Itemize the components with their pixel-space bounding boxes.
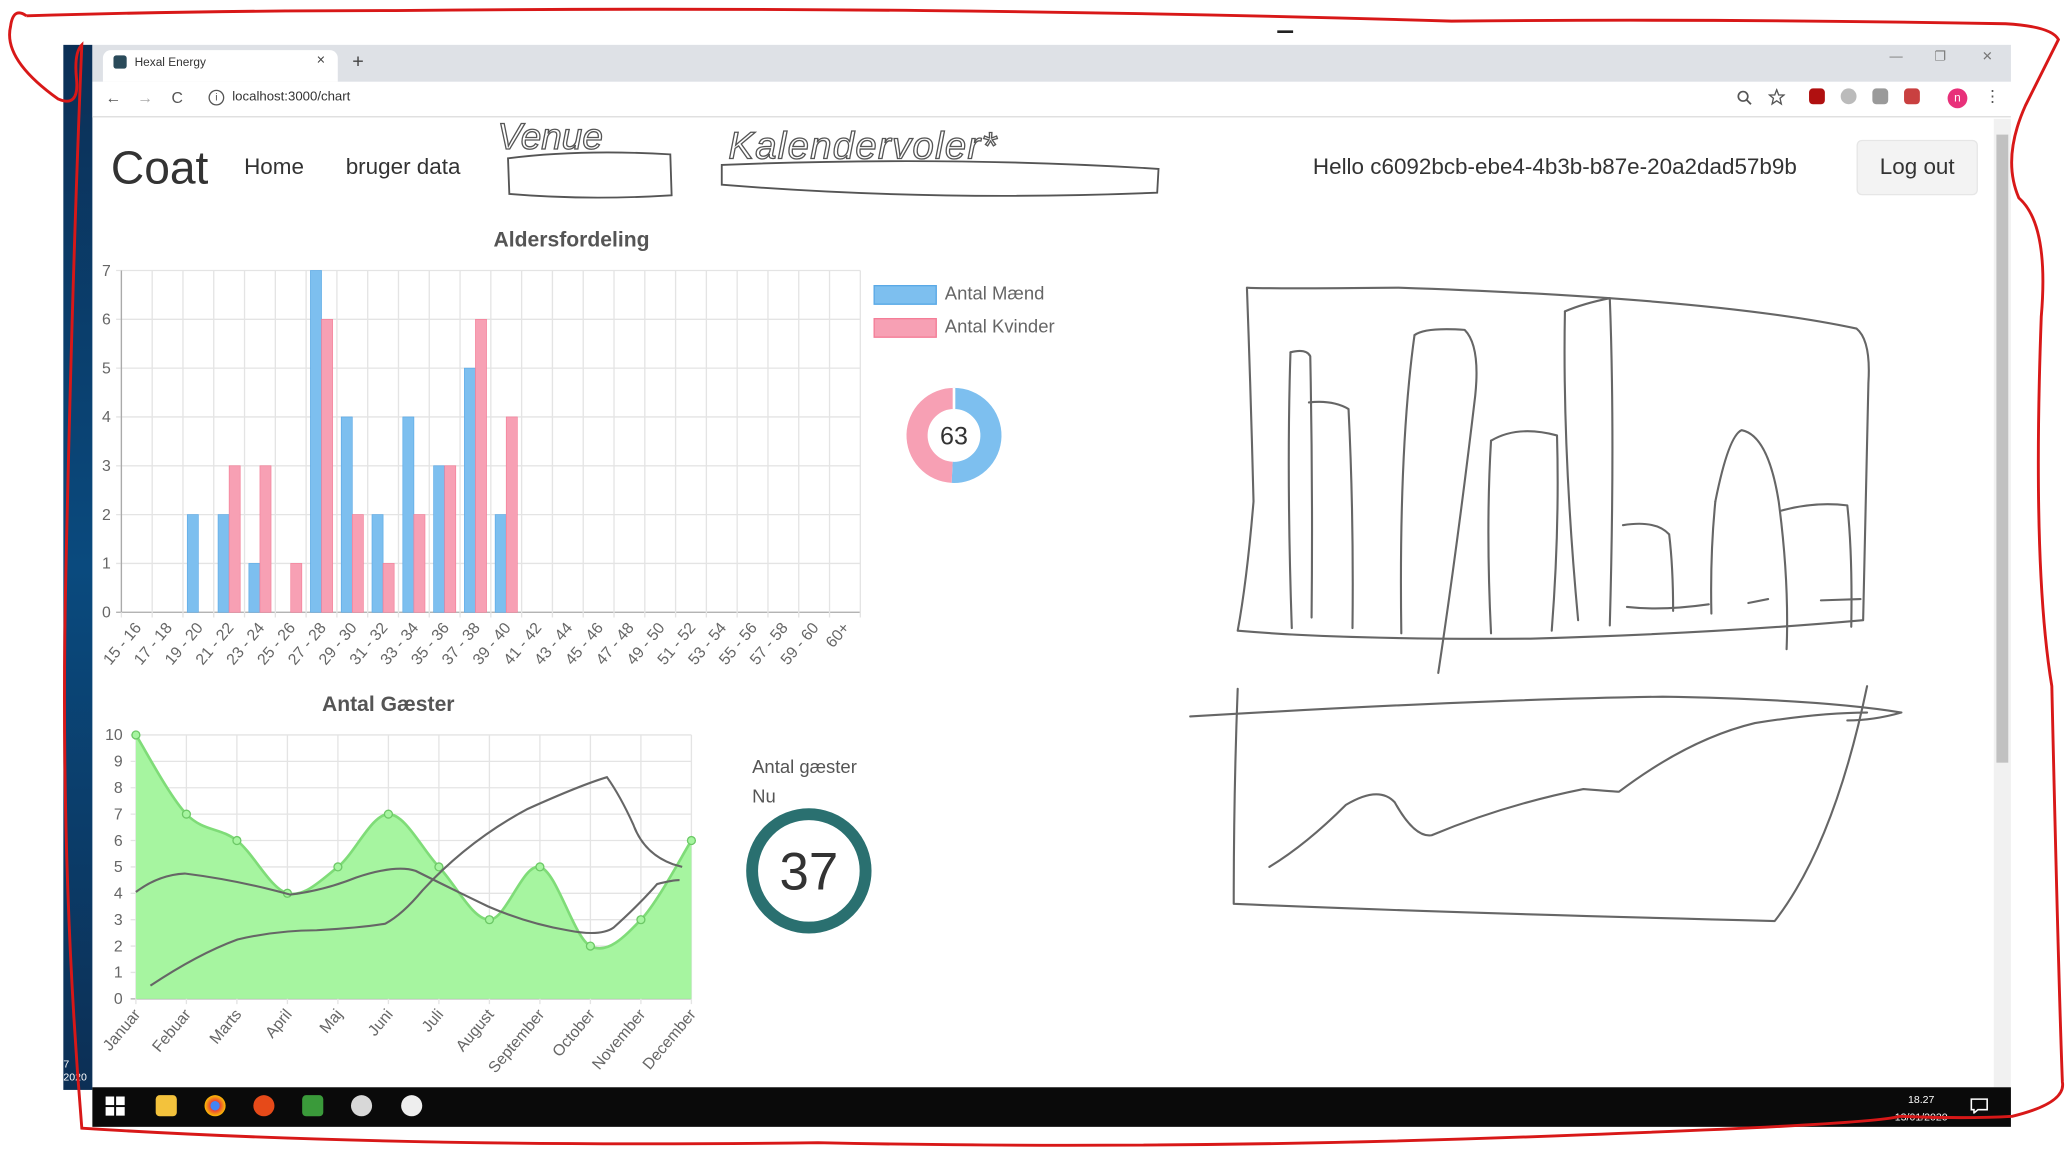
screenshot-stage: 7 2020 Hexal Energy × + — ❐ ✕ ← → C i lo… bbox=[0, 0, 2069, 1160]
red-annotation-outline bbox=[8, 7, 2064, 1147]
annotation-scribble bbox=[8, 7, 2064, 1147]
